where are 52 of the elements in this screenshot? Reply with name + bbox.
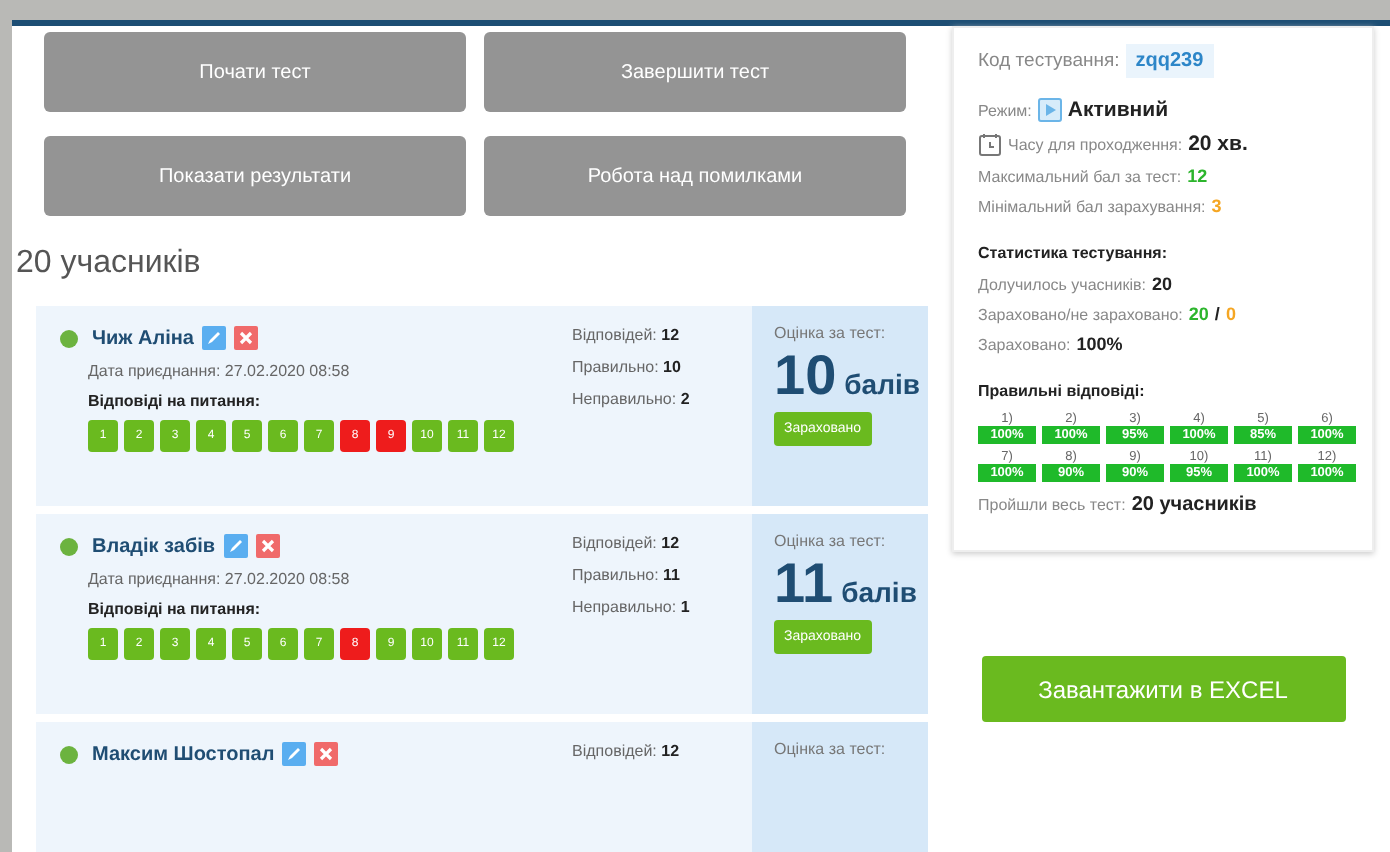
answers-label: Відповіді на питання: <box>88 392 263 410</box>
time-label: Часу для проходження: <box>1008 135 1183 153</box>
answer-stat: Відповідей: 12 <box>572 742 682 760</box>
score-label: Оцінка за тест: <box>774 532 888 550</box>
answer-stat: Відповідей: 12 <box>572 534 682 552</box>
correct-answers-title: Правильні відповіді: <box>978 382 1147 400</box>
join-date: Дата приєднання: 27.02.2020 08:58 <box>88 362 352 380</box>
edit-icon[interactable] <box>223 534 248 558</box>
answer-stat: Правильно: 10 <box>572 358 683 376</box>
score-value: 11 <box>774 554 834 614</box>
statistics-title: Статистика тестування: <box>978 244 1169 262</box>
test-code: zqq239 <box>1125 44 1214 78</box>
stat-value: 100% <box>1076 334 1123 354</box>
participants-count: 20 учасників <box>16 246 203 282</box>
edit-icon[interactable] <box>282 742 307 766</box>
stat-value: 20 <box>1151 274 1172 294</box>
stat-label: Максимальний бал за тест: <box>978 167 1182 185</box>
answers-label: Відповіді на питання: <box>88 600 263 618</box>
mode-value: Активний <box>1067 98 1169 122</box>
stat-label: Зараховано/не зараховано: <box>978 305 1183 323</box>
score-label: Оцінка за тест: <box>774 324 888 342</box>
time-value: 20 хв. <box>1188 132 1248 156</box>
mode-label: Режим: <box>978 101 1032 119</box>
participant-name: Максим Шостопал <box>92 743 275 765</box>
stat-value: 0 <box>1225 304 1236 324</box>
answer-stat: Неправильно: 1 <box>572 598 692 616</box>
stat-value: 20 <box>1188 304 1209 324</box>
stat-value: / <box>1214 304 1220 324</box>
answer-stat: Відповідей: 12 <box>572 326 682 344</box>
stat-label: Мінімальний бал зарахування: <box>978 197 1206 215</box>
join-date: Дата приєднання: 27.02.2020 08:58 <box>88 570 352 588</box>
answer-stat: Правильно: 11 <box>572 566 682 584</box>
score-value: 10 <box>774 346 837 406</box>
stat-label: Зараховано: <box>978 335 1071 353</box>
edit-icon[interactable] <box>202 326 226 350</box>
participant-name: Чиж Аліна <box>92 327 194 349</box>
answer-stat: Неправильно: 2 <box>572 390 692 408</box>
stat-value: 12 <box>1187 166 1208 186</box>
code-label: Код тестування: <box>978 50 1120 72</box>
delete-icon[interactable] <box>255 534 280 558</box>
play-icon <box>1037 98 1062 122</box>
export-excel-button[interactable]: Завантажити в EXCEL <box>981 656 1345 722</box>
passed-summary: Пройшли весь тест: 20 учасників <box>978 494 1259 516</box>
score-label: Оцінка за тест: <box>774 740 888 758</box>
delete-icon[interactable] <box>314 742 339 766</box>
stat-label: Долучилось учасників: <box>978 275 1146 293</box>
timer-icon <box>978 132 1002 156</box>
stat-value: 3 <box>1211 196 1222 216</box>
score-unit: балів <box>844 368 920 400</box>
delete-icon[interactable] <box>234 326 258 350</box>
participant-name: Владік забів <box>92 535 216 557</box>
score-unit: балів <box>841 576 917 608</box>
